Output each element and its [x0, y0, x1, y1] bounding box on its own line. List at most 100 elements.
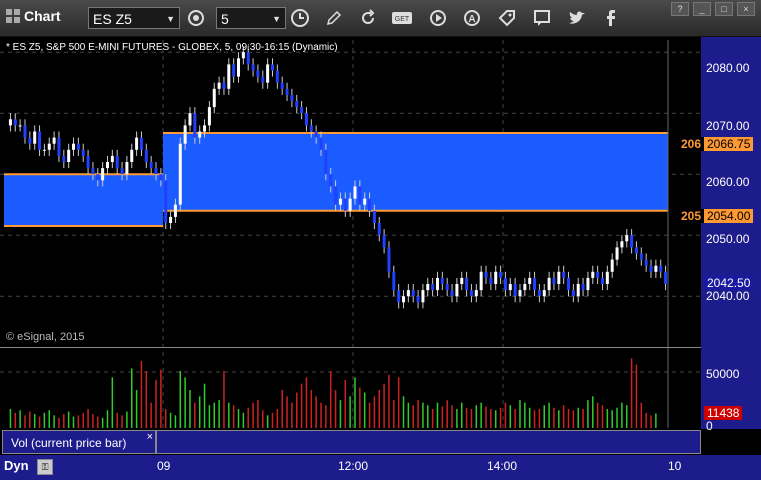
candle-body [435, 277, 439, 291]
candle-body [630, 235, 634, 248]
candle-body [591, 271, 595, 278]
candle-body [343, 198, 347, 211]
candle-body [600, 277, 604, 284]
chart-canvas [0, 40, 701, 428]
candle-body [469, 290, 473, 297]
candle-body [644, 259, 648, 266]
time-tick-label: 12:00 [338, 459, 369, 473]
volume-study-label[interactable]: Vol (current price bar) × [2, 430, 156, 454]
candle-body [193, 113, 197, 138]
price-tick-label: 2050.00 [706, 232, 750, 246]
candle-body [571, 290, 575, 297]
candle-body [67, 149, 71, 162]
candle-body [358, 186, 362, 205]
last-volume-tag: 11438 [704, 406, 743, 420]
candle-body [120, 168, 124, 175]
candle-body [605, 271, 609, 284]
candle-body [149, 162, 153, 169]
candle-body [115, 155, 119, 169]
candle-body [639, 253, 643, 260]
candle-body [392, 271, 396, 291]
candle-body [13, 119, 17, 126]
candle-body [368, 198, 372, 211]
candle-body [105, 162, 109, 169]
close-study-icon[interactable]: × [147, 425, 153, 449]
candle-body [207, 107, 211, 126]
candle-body [338, 198, 342, 205]
candle-body [256, 70, 260, 77]
candle-body [188, 113, 192, 126]
candle-body [324, 149, 328, 175]
candle-body [513, 284, 517, 297]
candle-body [402, 296, 406, 303]
candle-body [212, 88, 216, 108]
candle-body [620, 241, 624, 248]
candle-body [237, 58, 241, 77]
candle-body [479, 271, 483, 291]
pane-divider[interactable] [0, 347, 701, 348]
volume-tick-label: 50000 [706, 367, 740, 381]
range-band [163, 133, 668, 211]
candle-body [382, 235, 386, 248]
candle-body [634, 247, 638, 254]
candle-body [270, 64, 274, 71]
candle-body [557, 271, 561, 284]
candle-body [232, 64, 236, 77]
candle-body [42, 149, 46, 151]
candle-body [353, 186, 357, 199]
candle-body [576, 284, 580, 297]
candle-body [465, 277, 469, 291]
volume-tick-label: 0 [706, 419, 713, 433]
volume-study-title: Vol (current price bar) [11, 436, 127, 450]
lower-level-tag: 2054.00 [704, 209, 754, 223]
candle-body [300, 107, 304, 114]
lock-icon[interactable]: ⚿ [37, 459, 53, 475]
candle-body [499, 271, 503, 278]
candle-body [28, 137, 32, 144]
time-tick-label: 09 [157, 459, 171, 473]
candle-body [664, 271, 668, 284]
candle-body [523, 284, 527, 291]
candle-body [241, 52, 245, 59]
candle-body [38, 131, 42, 150]
candle-body [227, 64, 231, 89]
lower-level-clipped-label: 205 [678, 209, 705, 223]
candle-body [615, 247, 619, 260]
candle-body [101, 168, 105, 181]
candle-body [319, 137, 323, 150]
candle-body [178, 143, 182, 205]
candle-body [625, 235, 629, 242]
dynamic-mode-label[interactable]: Dyn [4, 458, 29, 473]
candle-body [431, 284, 435, 291]
candle-body [8, 119, 12, 126]
candle-body [47, 143, 51, 150]
candle-body [314, 131, 318, 138]
candle-body [372, 210, 376, 223]
time-axis[interactable] [0, 455, 761, 480]
candle-body [528, 277, 532, 284]
candle-body [610, 259, 614, 272]
candle-body [203, 125, 207, 132]
candle-body [62, 155, 66, 162]
prior-range-band [4, 174, 163, 227]
candle-body [562, 271, 566, 278]
candle-body [649, 265, 653, 272]
candle-body [173, 204, 177, 217]
candle-body [440, 277, 444, 284]
candle-body [72, 143, 76, 150]
candle-body [217, 82, 221, 89]
candle-body [144, 149, 148, 162]
candle-body [445, 284, 449, 291]
candle-body [91, 168, 95, 175]
candle-body [484, 271, 488, 278]
candle-body [159, 174, 163, 181]
candle-body [280, 82, 284, 89]
copyright-text: © eSignal, 2015 [6, 331, 85, 343]
candle-body [537, 290, 541, 297]
candle-body [474, 290, 478, 297]
candle-body [450, 290, 454, 297]
candle-body [251, 64, 255, 71]
candle-body [33, 131, 37, 144]
candle-body [533, 277, 537, 291]
candle-body [23, 125, 27, 138]
